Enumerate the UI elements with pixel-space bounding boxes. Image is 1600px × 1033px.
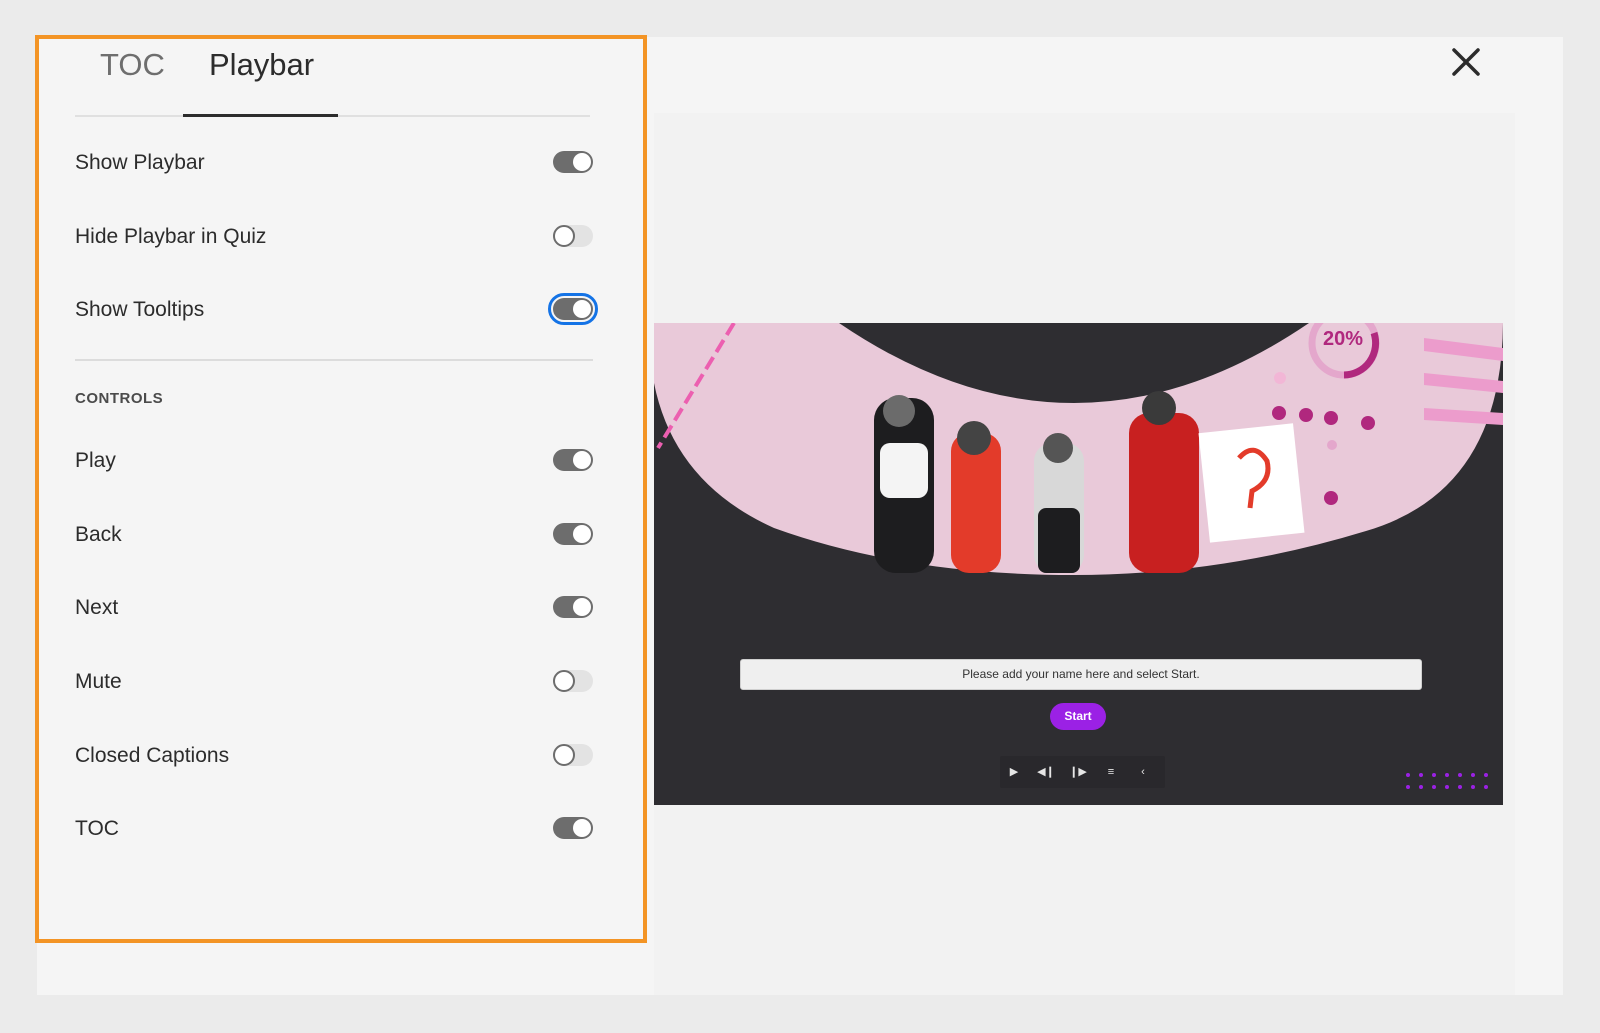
- toggle-knob: [553, 670, 575, 692]
- toggle-knob: [573, 525, 591, 543]
- active-tab-indicator: [183, 114, 338, 117]
- toc-menu-icon[interactable]: ≡: [1099, 760, 1123, 784]
- toc-toggle[interactable]: [553, 817, 593, 839]
- close-icon: [1452, 48, 1480, 76]
- next-toggle[interactable]: [553, 596, 593, 618]
- setting-row-show-playbar: Show Playbar: [75, 143, 593, 183]
- control-row-closed-captions: Closed Captions: [75, 736, 593, 776]
- control-label: Closed Captions: [75, 744, 230, 767]
- control-row-back: Back: [75, 515, 593, 555]
- toggle-knob: [573, 153, 591, 171]
- next-icon[interactable]: ❙▶: [1066, 760, 1090, 784]
- setting-label: Hide Playbar in Quiz: [75, 225, 267, 248]
- progress-badge: 20%: [1323, 328, 1363, 350]
- back-icon[interactable]: ◀❙: [1034, 760, 1058, 784]
- play-toggle[interactable]: [553, 449, 593, 471]
- tab-playbar[interactable]: Playbar: [209, 47, 314, 83]
- toggle-knob: [573, 819, 591, 837]
- control-label: Back: [75, 523, 122, 546]
- control-label: Play: [75, 449, 116, 472]
- dialog-header: [654, 37, 1563, 113]
- setting-row-hide-playbar-in-quiz: Hide Playbar in Quiz: [75, 217, 593, 257]
- mute-toggle[interactable]: [553, 670, 593, 692]
- slide-artwork: 20%: [654, 323, 1503, 789]
- toggle-knob: [573, 451, 591, 469]
- controls-section-title: CONTROLS: [75, 390, 164, 407]
- collapse-icon[interactable]: ‹: [1131, 760, 1155, 784]
- control-row-next: Next: [75, 588, 593, 628]
- control-row-toc: TOC: [75, 809, 593, 849]
- back-toggle[interactable]: [553, 523, 593, 545]
- close-button[interactable]: [1448, 44, 1484, 80]
- dialog-side-strip: [1515, 113, 1563, 995]
- tab-bar: TOC Playbar: [75, 37, 590, 117]
- toggle-knob: [553, 225, 575, 247]
- toggle-knob: [573, 598, 591, 616]
- closed-captions-toggle[interactable]: [553, 744, 593, 766]
- start-button[interactable]: Start: [1050, 703, 1106, 730]
- control-row-play: Play: [75, 441, 593, 481]
- setting-label: Show Tooltips: [75, 298, 205, 321]
- toggle-knob: [573, 300, 591, 318]
- show-tooltips-toggle[interactable]: [548, 293, 598, 325]
- control-label: Next: [75, 596, 119, 619]
- control-row-mute: Mute: [75, 662, 593, 702]
- show-playbar-toggle[interactable]: [553, 151, 593, 173]
- control-label: Mute: [75, 670, 122, 693]
- toggle-knob: [553, 744, 575, 766]
- setting-label: Show Playbar: [75, 151, 205, 174]
- hide-playbar-in-quiz-toggle[interactable]: [553, 225, 593, 247]
- control-label: TOC: [75, 817, 119, 840]
- slide-preview: 20% Please add your name here and select…: [654, 323, 1503, 805]
- play-icon[interactable]: ▶: [1002, 760, 1026, 784]
- section-divider: [75, 359, 593, 361]
- name-input[interactable]: Please add your name here and select Sta…: [740, 659, 1422, 690]
- tab-toc[interactable]: TOC: [100, 47, 165, 83]
- setting-row-show-tooltips: Show Tooltips: [75, 290, 598, 330]
- preview-playbar: ▶ ◀❙ ❙▶ ≡ ‹: [1000, 756, 1165, 788]
